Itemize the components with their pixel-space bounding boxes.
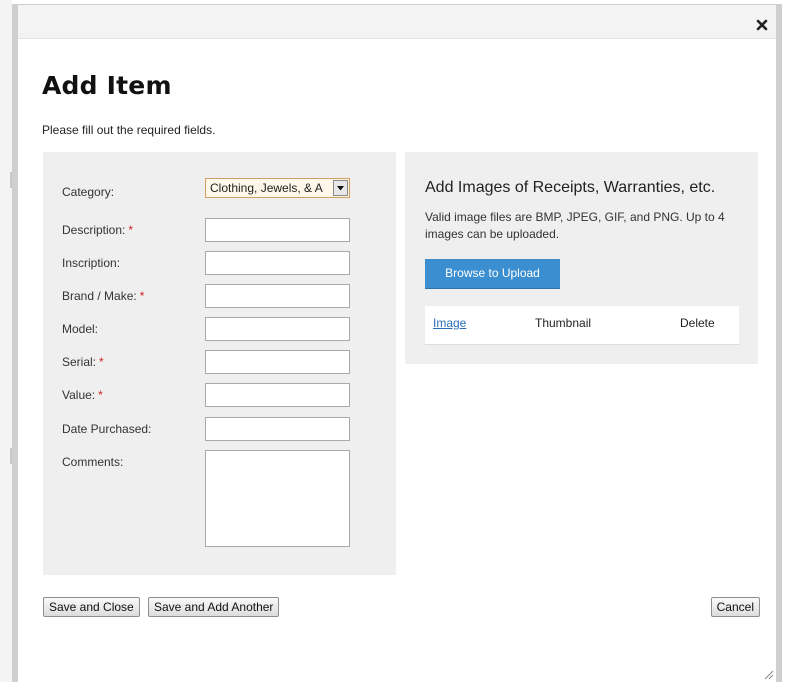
close-icon: [756, 19, 768, 31]
description-label: Description: *: [62, 223, 134, 237]
model-input[interactable]: [205, 317, 350, 341]
item-form-panel: Category: Clothing, Jewels, & A Descript…: [43, 152, 396, 575]
category-label: Category:: [62, 185, 115, 199]
dropdown-button[interactable]: [333, 180, 348, 196]
category-select[interactable]: Clothing, Jewels, & A: [205, 178, 350, 198]
brand-row: Brand / Make: *: [43, 284, 396, 308]
serial-input[interactable]: [205, 350, 350, 374]
serial-label: Serial: *: [62, 355, 104, 369]
inscription-input[interactable]: [205, 251, 350, 275]
comments-textarea[interactable]: [205, 450, 350, 547]
value-input[interactable]: [205, 383, 350, 407]
required-marker: *: [98, 388, 103, 402]
comments-label: Comments:: [62, 455, 124, 469]
images-heading: Add Images of Receipts, Warranties, etc.: [425, 179, 716, 196]
serial-row: Serial: *: [43, 350, 396, 374]
form-instructions: Please fill out the required fields.: [42, 123, 216, 137]
date-purchased-row: Date Purchased:: [43, 417, 396, 441]
delete-column-header: Delete: [680, 316, 715, 330]
inscription-row: Inscription:: [43, 251, 396, 275]
page-backdrop: [0, 0, 12, 682]
brand-input[interactable]: [205, 284, 350, 308]
save-and-close-button[interactable]: Save and Close: [43, 597, 140, 617]
image-column-header[interactable]: Image: [433, 316, 466, 330]
cancel-button[interactable]: Cancel: [710, 597, 760, 617]
images-table-header: Image Thumbnail Delete: [425, 306, 739, 345]
save-and-add-another-button[interactable]: Save and Add Another: [148, 597, 280, 617]
images-description: Valid image files are BMP, JPEG, GIF, an…: [425, 210, 725, 241]
close-button[interactable]: [756, 19, 770, 33]
required-marker: *: [139, 289, 145, 303]
date-purchased-input[interactable]: [205, 417, 350, 441]
add-item-dialog: Add Item Please fill out the required fi…: [12, 4, 782, 682]
page-title: Add Item: [42, 71, 172, 100]
value-row: Value: *: [43, 383, 396, 407]
model-label: Model:: [62, 322, 99, 336]
comments-row: Comments:: [43, 450, 396, 547]
browse-upload-button[interactable]: Browse to Upload: [425, 259, 560, 289]
category-selected-value: Clothing, Jewels, & A: [210, 181, 323, 195]
images-panel: Add Images of Receipts, Warranties, etc.…: [405, 152, 758, 364]
date-purchased-label: Date Purchased:: [62, 422, 152, 436]
inscription-label: Inscription:: [62, 256, 121, 270]
description-input[interactable]: [205, 218, 350, 242]
required-marker: *: [128, 223, 134, 237]
thumbnail-column-header: Thumbnail: [535, 316, 592, 330]
value-label: Value: *: [62, 388, 103, 402]
chevron-down-icon: [337, 186, 344, 191]
resize-grip-icon[interactable]: [762, 668, 774, 680]
brand-label: Brand / Make: *: [62, 289, 145, 303]
description-row: Description: *: [43, 218, 396, 242]
model-row: Model:: [43, 317, 396, 341]
category-row: Category: Clothing, Jewels, & A: [43, 178, 396, 204]
dialog-titlebar: [18, 5, 776, 39]
required-marker: *: [99, 355, 104, 369]
